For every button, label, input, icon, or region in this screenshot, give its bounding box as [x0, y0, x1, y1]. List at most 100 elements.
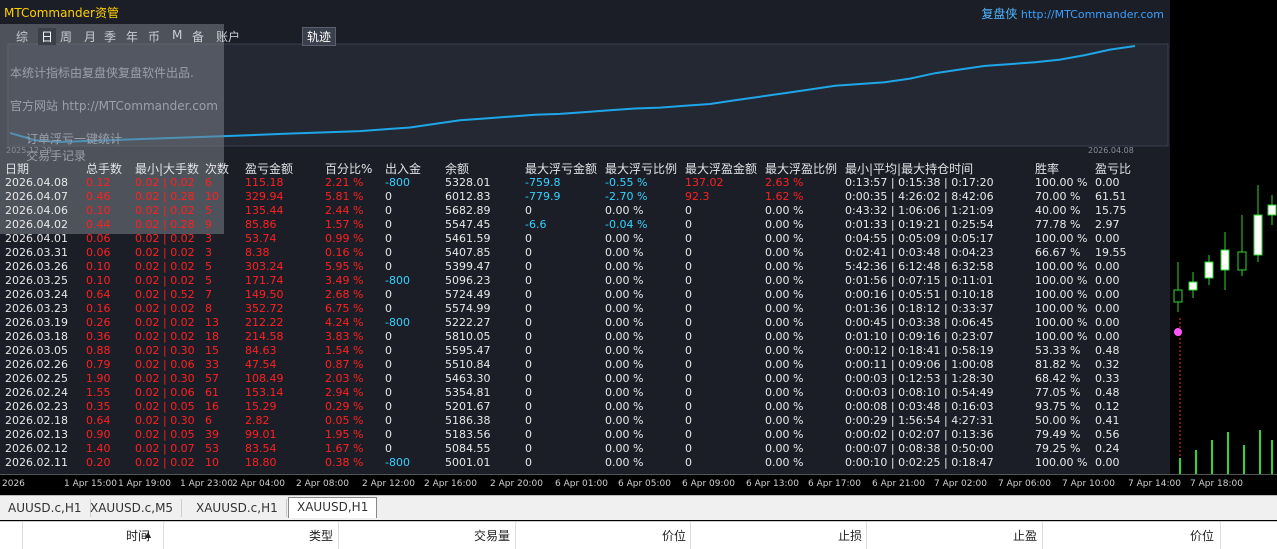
table-cell: 0.00 % [605, 442, 644, 455]
time-label: 7 Apr 18:00 [1190, 479, 1243, 489]
tab-track[interactable]: 轨迹 [302, 27, 337, 46]
table-cell: 0.00 % [605, 260, 644, 273]
table-cell: 2.03 % [325, 372, 364, 385]
header-9: 最大浮亏比例 [605, 162, 678, 176]
table-cell: 0.02 | 0.52 [135, 288, 195, 301]
table-cell: 0 [525, 302, 532, 315]
table-cell: 5 [205, 274, 212, 287]
column-4[interactable]: 止损 [782, 527, 862, 544]
table-cell: 5.95 % [325, 260, 364, 273]
table-cell: 0.10 [86, 260, 111, 273]
table-cell: 0 [685, 330, 692, 343]
table-cell: 5810.05 [445, 330, 491, 343]
table-cell: 2026.04.02 [5, 218, 68, 231]
tab-8[interactable]: 备 [192, 28, 204, 45]
table-cell: -2.70 % [605, 190, 648, 203]
table-cell: 5510.84 [445, 358, 491, 371]
table-cell: 0 [385, 386, 392, 399]
table-cell: 0 [385, 414, 392, 427]
table-cell: 0 [685, 442, 692, 455]
table-cell: 0.02 | 0.30 [135, 414, 195, 427]
table-cell: 153.14 [245, 386, 284, 399]
table-cell: 0.00 % [765, 260, 804, 273]
table-cell: 0.00 % [765, 330, 804, 343]
header-1: 总手数 [86, 162, 123, 176]
trade-marker-icon[interactable] [1174, 328, 1182, 336]
chart-tab-3[interactable]: XAUUSD,H1 [288, 497, 378, 518]
table-cell: 0:00:10 | 0:02:25 | 0:18:47 [845, 456, 994, 469]
table-cell: 214.58 [245, 330, 284, 343]
time-label: 6 Apr 09:00 [682, 479, 735, 489]
table-cell: 0:01:56 | 0:07:15 | 0:11:01 [845, 274, 994, 287]
column-3[interactable]: 价位 [606, 527, 686, 544]
chart-tab-0[interactable]: AUUSD.c,H1 [0, 499, 91, 517]
column-6[interactable]: 价位 [1134, 527, 1214, 544]
table-cell: 0 [525, 316, 532, 329]
table-cell: 1.90 [86, 372, 111, 385]
table-cell: 0.00 [1095, 330, 1120, 343]
table-cell: 135.44 [245, 204, 284, 217]
column-2[interactable]: 交易量 [430, 527, 510, 544]
column-1[interactable]: 类型 [253, 527, 333, 544]
table-cell: 100.00 % [1035, 316, 1088, 329]
header-11: 最大浮盈比例 [765, 162, 838, 176]
table-cell: 0.12 [1095, 400, 1120, 413]
table-cell: 0:00:29 | 1:56:54 | 4:27:31 [845, 414, 994, 427]
table-cell: 0 [685, 358, 692, 371]
table-cell: -759.8 [525, 176, 561, 189]
table-cell: 0.00 [1095, 260, 1120, 273]
table-cell: 0 [685, 316, 692, 329]
table-cell: 0.00 % [605, 302, 644, 315]
header-12: 最小|平均|最大持仓时间 [845, 162, 974, 176]
table-cell: 0 [525, 442, 532, 455]
table-cell: 0 [385, 190, 392, 203]
column-divider [690, 522, 691, 549]
table-cell: 0 [525, 400, 532, 413]
table-cell: 47.54 [245, 358, 277, 371]
header-13: 胜率 [1035, 162, 1060, 176]
table-cell: 99.01 [245, 428, 277, 441]
table-cell: 0.02 | 0.02 [135, 176, 195, 189]
table-cell: 0.00 [1095, 316, 1120, 329]
table-cell: 85.86 [245, 218, 277, 231]
tab-9[interactable]: 账户 [216, 28, 240, 45]
column-divider [163, 522, 164, 549]
table-cell: 0 [685, 414, 692, 427]
chart-tab-2[interactable]: XAUUSD.c,H1 [188, 499, 287, 517]
table-cell: 0 [385, 358, 392, 371]
tab-2[interactable]: 周 [60, 28, 72, 45]
table-cell: 5399.47 [445, 260, 491, 273]
table-cell: 0 [385, 204, 392, 217]
table-cell: 5682.89 [445, 204, 491, 217]
header-3: 次数 [205, 162, 230, 176]
column-5[interactable]: 止盈 [957, 527, 1037, 544]
table-cell: 1.40 [86, 442, 111, 455]
column-0[interactable]: 时间 [70, 527, 150, 544]
table-cell: 0.00 % [765, 316, 804, 329]
table-cell: 0.99 % [325, 232, 364, 245]
tab-5[interactable]: 年 [126, 28, 138, 45]
chart-tab-1[interactable]: XAUUSD.c,M5 [82, 499, 183, 517]
tab-4[interactable]: 季 [104, 28, 116, 45]
sort-arrow-icon[interactable]: ▲ [145, 530, 151, 539]
table-cell: 33 [205, 358, 219, 371]
table-cell: 0.48 [1095, 344, 1120, 357]
table-cell: 100.00 % [1035, 232, 1088, 245]
tab-3[interactable]: 月 [84, 28, 96, 45]
table-cell: 0.00 % [605, 344, 644, 357]
tab-1[interactable]: 日 [38, 28, 57, 45]
header-2: 最小|大手数 [135, 162, 200, 176]
tab-0[interactable]: 综 [16, 28, 28, 45]
tab-6[interactable]: 币 [148, 28, 160, 45]
table-cell: 0.00 [1095, 274, 1120, 287]
table-cell: 0 [685, 302, 692, 315]
table-cell: 0.00 % [605, 316, 644, 329]
tab-7[interactable]: M [172, 28, 182, 42]
candle-body [1220, 249, 1230, 271]
table-cell: 0.00 % [605, 274, 644, 287]
table-cell: 79.49 % [1035, 428, 1081, 441]
table-cell: 0 [685, 386, 692, 399]
table-cell: 0:00:45 | 0:03:38 | 0:06:45 [845, 316, 994, 329]
table-cell: 93.75 % [1035, 400, 1081, 413]
table-cell: 0 [685, 428, 692, 441]
